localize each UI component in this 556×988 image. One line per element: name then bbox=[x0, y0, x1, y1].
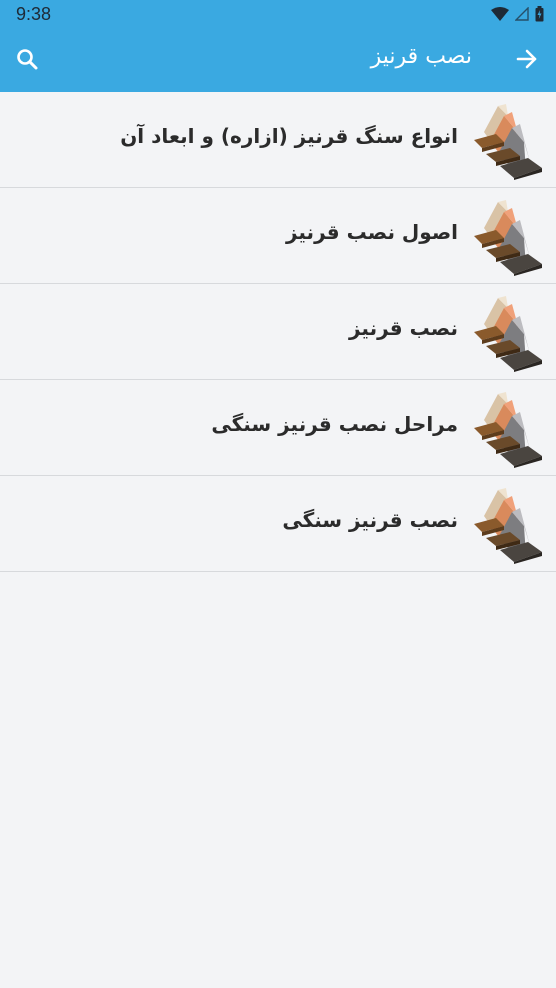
list-item[interactable]: نصب قرنیز سنگی bbox=[0, 476, 556, 572]
back-button[interactable] bbox=[512, 44, 542, 74]
battery-icon bbox=[535, 6, 544, 22]
list-item-label: مراحل نصب قرنیز سنگی bbox=[211, 412, 458, 436]
list-item[interactable]: انواع سنگ قرنیز (ازاره) و ابعاد آن bbox=[0, 92, 556, 188]
status-icons bbox=[491, 6, 544, 22]
list-item[interactable]: نصب قرنیز bbox=[0, 284, 556, 380]
list-item-label: اصول نصب قرنیز bbox=[285, 220, 458, 244]
topic-list: انواع سنگ قرنیز (ازاره) و ابعاد آن اصول … bbox=[0, 92, 556, 572]
moulding-thumbnail bbox=[474, 104, 542, 180]
list-item-label: انواع سنگ قرنیز (ازاره) و ابعاد آن bbox=[120, 124, 458, 148]
list-item-label: نصب قرنیز سنگی bbox=[282, 508, 458, 532]
search-button[interactable] bbox=[12, 44, 42, 74]
list-item-label: نصب قرنیز bbox=[348, 316, 458, 340]
page-title: نصب قرنیز bbox=[370, 44, 472, 69]
arrow-forward-icon bbox=[516, 49, 537, 69]
moulding-thumbnail bbox=[474, 296, 542, 372]
status-time: 9:38 bbox=[16, 4, 52, 24]
list-item[interactable]: مراحل نصب قرنیز سنگی bbox=[0, 380, 556, 476]
wifi-icon bbox=[491, 7, 509, 21]
status-bar: 9:38 bbox=[0, 0, 556, 28]
moulding-thumbnail bbox=[474, 488, 542, 564]
app-bar: نصب قرنیز bbox=[0, 28, 556, 92]
list-item[interactable]: اصول نصب قرنیز bbox=[0, 188, 556, 284]
moulding-thumbnail bbox=[474, 200, 542, 276]
moulding-thumbnail bbox=[474, 392, 542, 468]
search-icon bbox=[17, 49, 38, 70]
signal-icon bbox=[515, 7, 529, 21]
